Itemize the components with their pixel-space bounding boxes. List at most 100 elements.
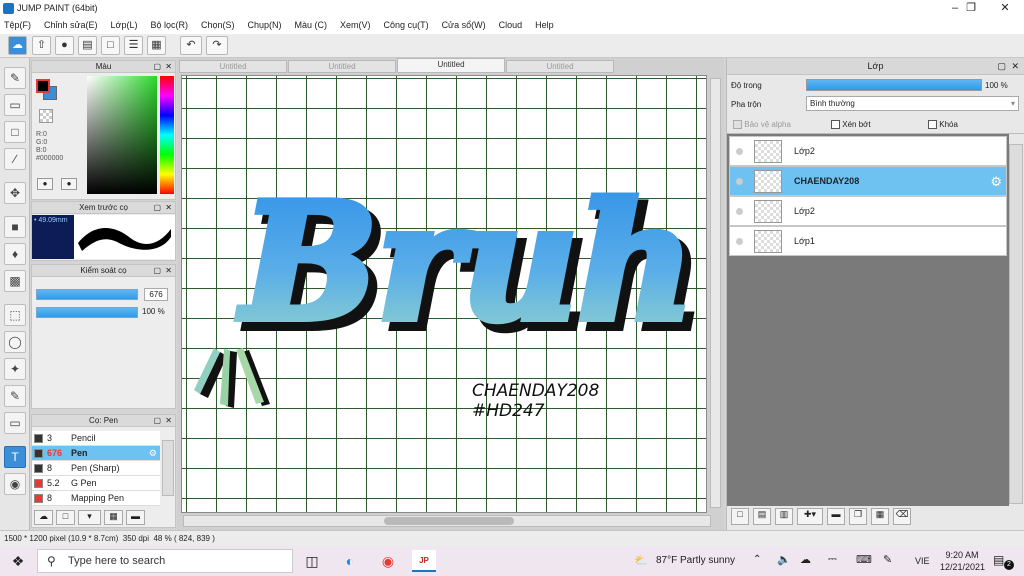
pen-icon[interactable]: ✎ (883, 553, 892, 566)
brush-item[interactable]: 5.2 G Pen (32, 476, 160, 491)
brush-opacity-slider[interactable] (36, 307, 138, 318)
new-layer-text-icon[interactable]: ▥ (775, 508, 793, 525)
restore-button[interactable]: ❐ (954, 0, 988, 17)
gradient-tool-icon[interactable]: ▩ (4, 270, 26, 292)
brush-cloud-icon[interactable]: ☁ (34, 510, 53, 525)
duplicate-layer-icon[interactable]: ❐ (849, 508, 867, 525)
cloud-icon[interactable]: ☁ (8, 36, 27, 55)
detach-icon[interactable]: ▢ (997, 58, 1006, 75)
chrome-browser-icon[interactable]: ◉ (376, 550, 400, 572)
detach-icon[interactable]: ▢ (153, 415, 161, 427)
brush-item[interactable]: 8 Mapping Pen (32, 491, 160, 506)
search-input[interactable]: ⚲ Type here to search (37, 549, 293, 573)
close-button[interactable]: ✕ (988, 0, 1022, 17)
hue-slider[interactable] (160, 76, 174, 194)
detach-icon[interactable]: ▢ (153, 61, 161, 73)
color-field[interactable] (87, 76, 157, 194)
brush-item[interactable]: 8 Pen (Sharp) (32, 461, 160, 476)
bucket-tool-icon[interactable]: ♦ (4, 243, 26, 265)
text-tool-icon[interactable]: T (4, 446, 26, 468)
detach-icon[interactable]: ▢ (153, 202, 161, 214)
magic-wand-icon[interactable]: ✦ (4, 358, 26, 380)
redo-icon[interactable]: ↷ (206, 36, 228, 55)
merge-layer-icon[interactable]: ▦ (871, 508, 889, 525)
menu-select[interactable]: Chọn(S) (201, 17, 235, 34)
folder-icon[interactable]: ▬ (827, 508, 845, 525)
layer-row[interactable]: Lớp2 (729, 136, 1007, 166)
horizontal-scroll-thumb[interactable] (384, 517, 514, 525)
select-pen-icon[interactable]: ✎ (4, 385, 26, 407)
horizontal-scrollbar[interactable] (183, 515, 711, 527)
drawing-canvas[interactable]: Bruh Bruh CHAENDAY208 #HD247 (181, 75, 707, 513)
network-icon[interactable]: ⎓ (828, 553, 837, 566)
gear-icon[interactable]: ⚙ (149, 446, 157, 460)
eraser-tool-icon[interactable]: ▭ (4, 94, 26, 116)
eyedropper-tool-icon[interactable]: ◉ (4, 473, 26, 495)
layer-row[interactable]: Lớp1 (729, 226, 1007, 256)
grid-icon[interactable]: ▦ (147, 36, 166, 55)
vertical-scrollbar[interactable] (710, 78, 721, 508)
notification-icon[interactable]: ▤ (993, 553, 1004, 567)
add-layer-menu-icon[interactable]: ✚▾ (797, 508, 823, 525)
menu-view[interactable]: Xem(V) (340, 17, 371, 34)
close-icon[interactable]: ✕ (1011, 58, 1019, 75)
lock-checkbox[interactable] (928, 120, 937, 130)
brush-size-value[interactable]: 676 (144, 288, 168, 301)
close-icon[interactable]: ✕ (165, 265, 172, 277)
transparent-swatch[interactable] (39, 109, 53, 123)
close-icon[interactable]: ✕ (165, 415, 172, 427)
select-eraser-icon[interactable]: ▭ (4, 412, 26, 434)
brush-settings-icon[interactable]: ▦ (104, 510, 123, 525)
menu-filter[interactable]: Bộ lọc(R) (150, 17, 188, 34)
foreground-swatch[interactable] (36, 79, 50, 93)
brush-tool-icon[interactable]: ✎ (4, 67, 26, 89)
tab-untitled-4[interactable]: Untitled (506, 60, 614, 73)
list-icon[interactable]: ☰ (124, 36, 143, 55)
cloud-icon[interactable]: ☁ (800, 553, 811, 566)
visibility-icon[interactable] (736, 178, 743, 185)
mix-icon[interactable]: ● (61, 178, 77, 190)
message-icon[interactable]: ▤ (78, 36, 97, 55)
brush-list-scrollbar[interactable] (162, 440, 174, 496)
protect-alpha-checkbox[interactable] (733, 120, 742, 130)
delete-layer-icon[interactable]: ⌫ (893, 508, 911, 525)
windows-start-icon[interactable]: ❖ (6, 550, 30, 572)
menu-window[interactable]: Cửa sổ(W) (442, 17, 486, 34)
layer-scrollbar[interactable] (1009, 144, 1023, 504)
blend-mode-select[interactable]: Bình thường ▾ (806, 96, 1019, 111)
tab-untitled-3[interactable]: Untitled (397, 58, 505, 73)
menu-file[interactable]: Tệp(F) (4, 17, 31, 34)
keyboard-icon[interactable]: ⌨ (856, 553, 872, 566)
edge-browser-icon[interactable]: ◐ (338, 550, 362, 572)
clip-checkbox[interactable] (831, 120, 840, 130)
weather-icon[interactable]: ⛅ (634, 554, 648, 567)
visibility-icon[interactable] (736, 148, 743, 155)
move-tool-icon[interactable]: ✥ (4, 182, 26, 204)
menu-capture[interactable]: Chụp(N) (248, 17, 282, 34)
menu-color[interactable]: Màu (C) (295, 17, 328, 34)
menu-cloud[interactable]: Cloud (499, 17, 523, 34)
new-layer-icon[interactable]: □ (731, 508, 749, 525)
line-tool-icon[interactable]: ∕ (4, 148, 26, 170)
menu-help[interactable]: Help (535, 17, 554, 34)
brush-item[interactable]: 3 Pencil (32, 431, 160, 446)
language-indicator[interactable]: VIE (915, 556, 930, 566)
select-rect-icon[interactable]: □ (4, 121, 26, 143)
task-view-icon[interactable]: ◫ (300, 550, 324, 572)
fill-rect-icon[interactable]: ■ (4, 216, 26, 238)
undo-icon[interactable]: ↶ (180, 36, 202, 55)
menu-edit[interactable]: Chỉnh sửa(E) (44, 17, 98, 34)
folder-icon[interactable]: ▬ (126, 510, 145, 525)
lasso-tool-icon[interactable]: ◯ (4, 331, 26, 353)
speaker-icon[interactable]: 🔈 (777, 553, 791, 566)
visibility-icon[interactable] (736, 238, 743, 245)
document-icon[interactable]: □ (101, 36, 120, 55)
clock[interactable]: 9:20 AM 12/21/2021 (940, 549, 985, 573)
brush-size-slider[interactable] (36, 289, 138, 300)
layer-row-selected[interactable]: CHAENDAY208 ⚙ (729, 166, 1007, 196)
tab-untitled-2[interactable]: Untitled (288, 60, 396, 73)
jump-paint-taskbar-icon[interactable]: JP (412, 550, 436, 572)
close-icon[interactable]: ✕ (165, 61, 172, 73)
brush-item-selected[interactable]: 676 Pen ⚙ (32, 446, 160, 461)
close-icon[interactable]: ✕ (165, 202, 172, 214)
